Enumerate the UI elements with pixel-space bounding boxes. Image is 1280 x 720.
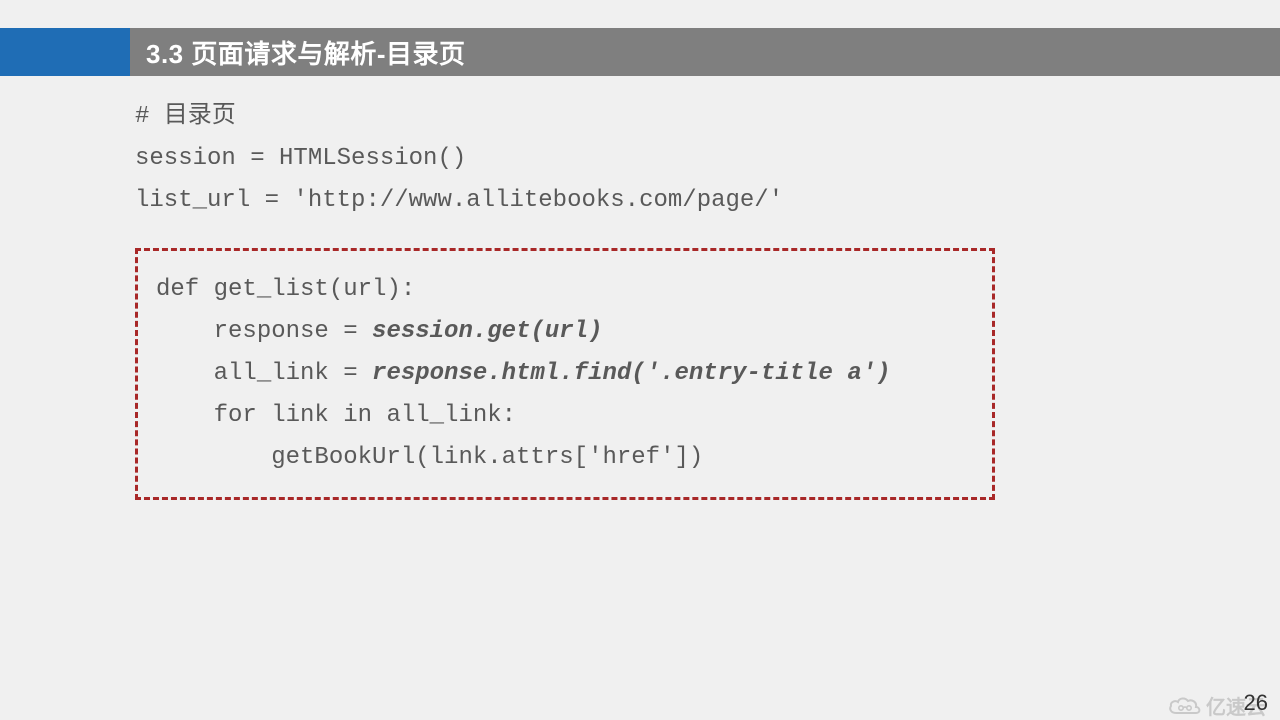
code-line-for: for link in all_link: [156,395,968,437]
slide-title: 3.3 页面请求与解析-目录页 [130,28,1280,76]
code-line-listurl: list_url = 'http://www.allitebooks.com/p… [135,180,1200,222]
code-emphasis: session.get(url) [372,318,602,345]
cloud-icon [1168,695,1202,717]
code-line-alllink: all_link = response.html.find('.entry-ti… [156,353,968,395]
code-text: all_link = [156,360,372,387]
code-line-def: def get_list(url): [156,269,968,311]
code-line-getbook: getBookUrl(link.attrs['href']) [156,437,968,479]
accent-block [0,28,130,76]
code-line-session: session = HTMLSession() [135,138,1200,180]
code-line-comment: # 目录页 [135,96,1200,138]
code-text: response = [156,318,372,345]
slide-header: 3.3 页面请求与解析-目录页 [0,28,1280,76]
code-line-response: response = session.get(url) [156,311,968,353]
code-emphasis: response.html.find('.entry-title a') [372,360,890,387]
highlighted-code-box: def get_list(url): response = session.ge… [135,248,995,500]
page-number: 26 [1244,690,1268,716]
slide-content: # 目录页 session = HTMLSession() list_url =… [135,96,1200,500]
